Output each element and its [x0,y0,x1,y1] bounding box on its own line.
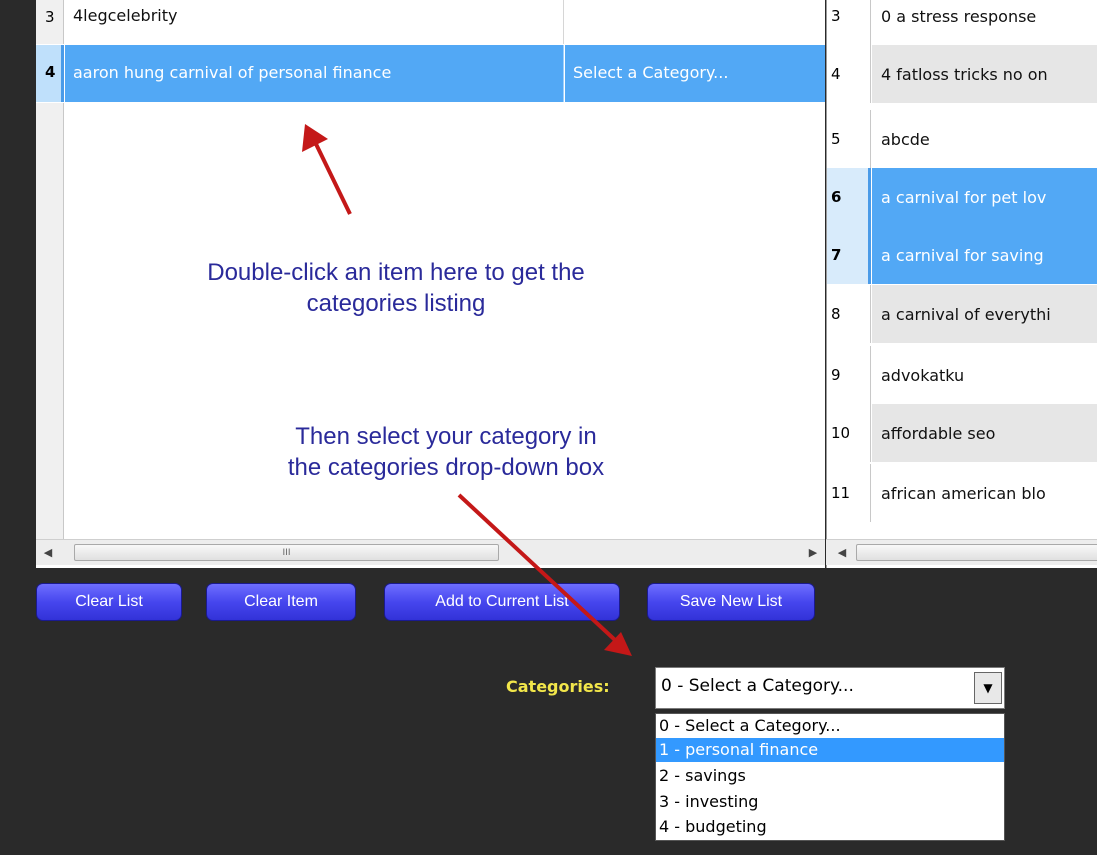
arrow-to-dropdown-icon [457,493,632,656]
app-window: 3 4legcelebrity 4 aaron hung carnival of… [0,0,1097,855]
annotation-arrows [302,124,632,656]
arrow-to-list-icon [302,124,352,215]
